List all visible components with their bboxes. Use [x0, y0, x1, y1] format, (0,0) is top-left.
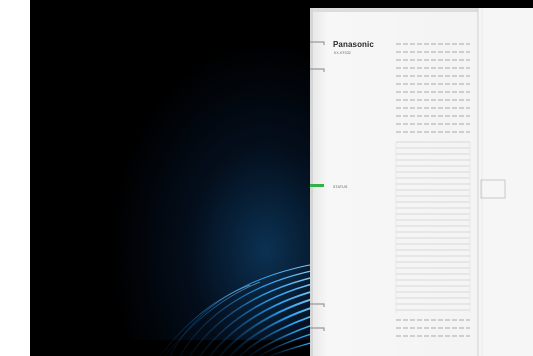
model-label: KX-HTS32 — [334, 51, 351, 55]
brand-logo: Panasonic — [333, 40, 374, 49]
pbx-cabinet — [310, 8, 533, 356]
status-led — [310, 184, 324, 187]
product-hero-image: Panasonic KX-HTS32 STATUS — [0, 0, 533, 356]
status-label: STATUS — [333, 185, 348, 189]
left-white-margin — [0, 0, 30, 356]
